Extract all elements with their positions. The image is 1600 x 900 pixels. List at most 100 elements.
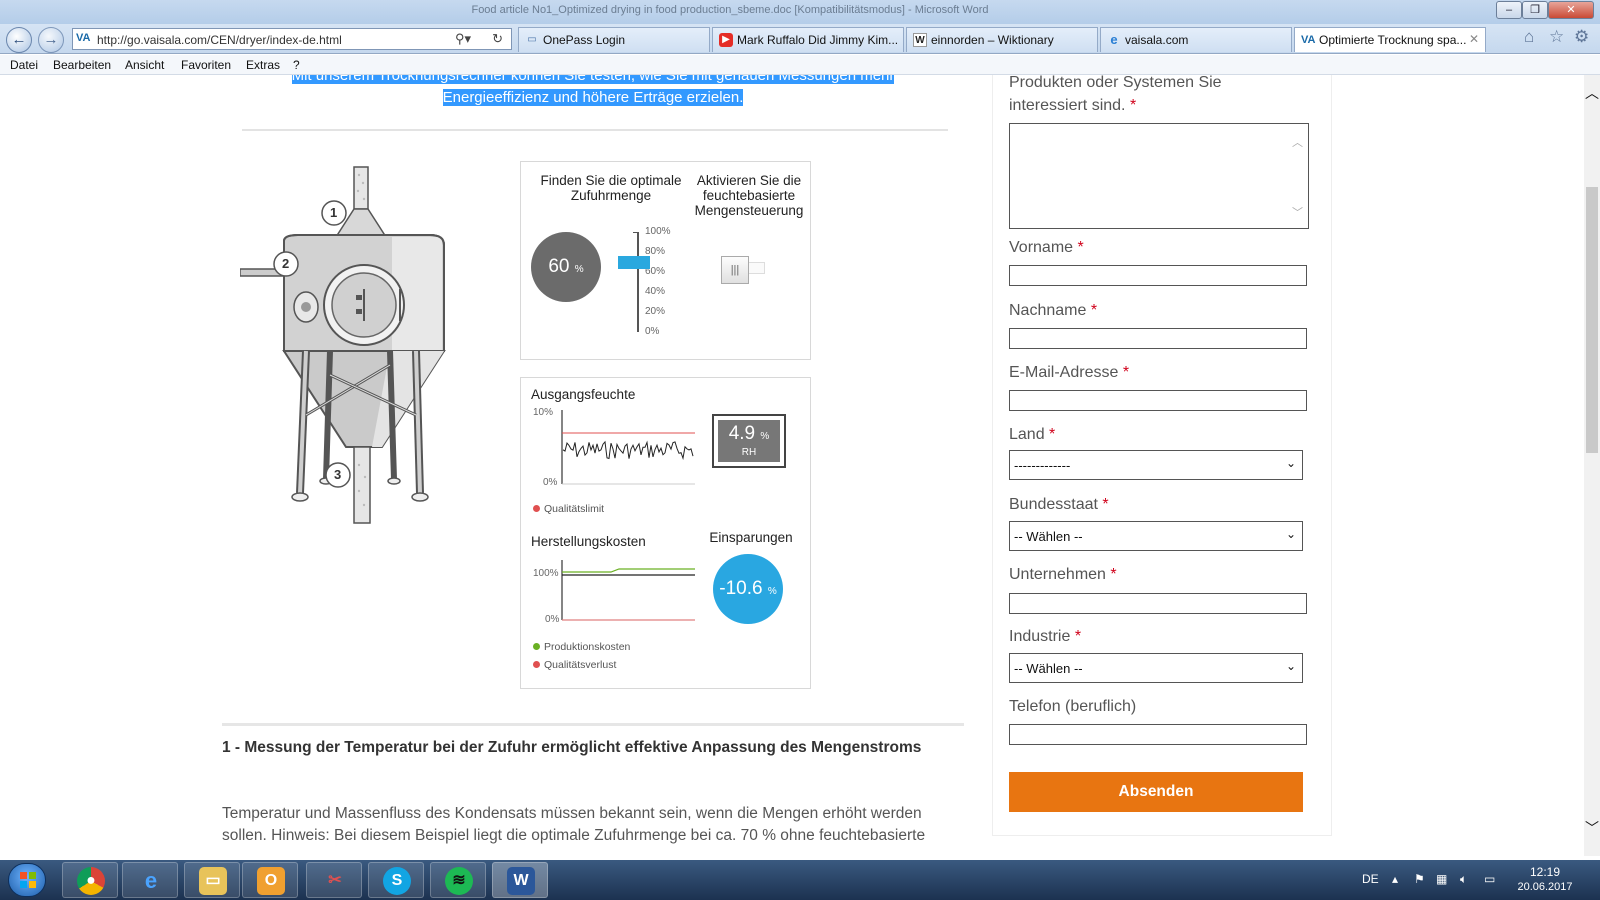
- tab-label: vaisala.com: [1125, 33, 1189, 47]
- taskbar-spotify[interactable]: ≋: [430, 862, 486, 898]
- tab-onepass-login[interactable]: ▭ OnePass Login: [518, 27, 710, 52]
- screen: Food article No1_Optimized drying in foo…: [0, 0, 1600, 900]
- menu-extras[interactable]: Extras: [246, 58, 280, 72]
- menu-datei[interactable]: Datei: [10, 58, 38, 72]
- feed-control-panel: Finden Sie die optimale Zufuhrmenge 60 %…: [520, 161, 811, 360]
- minimize-button[interactable]: –: [1496, 1, 1522, 19]
- chevron-down-icon: ⌄: [1285, 527, 1296, 541]
- snipping-tool-icon: ✂: [328, 872, 342, 889]
- intro-line-1: Mit unserem Trocknungsrechner können Sie…: [291, 75, 895, 84]
- tab-wiktionary[interactable]: W einnorden – Wiktionary: [906, 27, 1098, 52]
- menu-favoriten[interactable]: Favoriten: [181, 58, 231, 72]
- feed-value-circle: 60 %: [531, 232, 601, 302]
- company-label: Unternehmen *: [1009, 566, 1117, 583]
- browser-toolbar: ← → VA http://go.vaisala.com/CEN/dryer/i…: [0, 24, 1600, 54]
- industry-label: Industrie *: [1009, 628, 1082, 645]
- feed-slider-track[interactable]: [637, 232, 639, 332]
- refresh-icon[interactable]: ↻: [492, 31, 503, 47]
- volume-icon[interactable]: 🔈︎: [1460, 872, 1467, 887]
- close-tab-icon[interactable]: ✕: [1469, 32, 1479, 46]
- taskbar-word[interactable]: W: [492, 862, 548, 898]
- intro-text: Mit unserem Trocknungsrechner können Sie…: [248, 75, 938, 109]
- word-icon: W: [507, 867, 535, 895]
- tab-youtube[interactable]: ▶ Mark Ruffalo Did Jimmy Kim...: [712, 27, 904, 52]
- vaisala-favicon-icon: VA: [76, 32, 91, 44]
- start-button[interactable]: [8, 863, 46, 897]
- scrollbar-thumb[interactable]: [1586, 187, 1598, 453]
- company-input[interactable]: [1009, 593, 1307, 614]
- last-name-input[interactable]: [1009, 328, 1307, 349]
- taskbar-skype[interactable]: S: [368, 862, 424, 898]
- phone-label: Telefon (beruflich): [1009, 698, 1137, 715]
- chevron-down-icon[interactable]: ﹀: [1292, 204, 1303, 220]
- country-select[interactable]: ------------- ⌄: [1009, 450, 1303, 480]
- tab-optimierte-trocknung[interactable]: VA Optimierte Trocknung spa... ✕: [1294, 27, 1486, 52]
- diagram-label-1: 1: [330, 205, 338, 220]
- flag-icon[interactable]: ⚑: [1414, 872, 1425, 886]
- windows-logo-icon: [20, 872, 36, 888]
- menu-bar: Datei Bearbeiten Ansicht Favoriten Extra…: [0, 55, 1600, 75]
- last-name-label: Nachname *: [1009, 302, 1098, 319]
- taskbar-snipping-tool[interactable]: ✂: [306, 862, 362, 898]
- address-bar[interactable]: VA http://go.vaisala.com/CEN/dryer/index…: [72, 28, 512, 50]
- favorites-star-icon[interactable]: ☆: [1549, 27, 1564, 47]
- scroll-down-icon[interactable]: ﹀: [1584, 818, 1600, 838]
- savings-circle: -10.6 %: [713, 554, 783, 624]
- menu-help[interactable]: ?: [293, 58, 300, 72]
- page-scrollbar[interactable]: ︿ ﹀: [1584, 75, 1600, 856]
- taskbar: ● e ▭ O ✂ S ≋ W DE ▴ ⚑ ▦ 🔈︎ ▭ 12:19 20.0…: [0, 860, 1600, 900]
- clock-time[interactable]: 12:19: [1515, 865, 1575, 879]
- intro-line-2: Energieeffizienz und höhere Erträge erzi…: [442, 89, 744, 106]
- scroll-up-icon[interactable]: ︿: [1584, 83, 1600, 103]
- email-input[interactable]: [1009, 390, 1307, 411]
- submit-button[interactable]: Absenden: [1009, 772, 1303, 812]
- feed-title: Finden Sie die optimale Zufuhrmenge: [540, 173, 682, 203]
- tab-label: Optimierte Trocknung spa...: [1319, 33, 1467, 47]
- tab-label: Mark Ruffalo Did Jimmy Kim...: [737, 33, 899, 47]
- dryer-illustration: [239, 166, 446, 524]
- maximize-button[interactable]: ❐: [1522, 1, 1548, 19]
- language-indicator[interactable]: DE: [1362, 872, 1379, 886]
- phone-input[interactable]: [1009, 724, 1307, 745]
- interest-label: Produkten oder Systemen Sie interessiert…: [1009, 75, 1222, 114]
- interest-textarea[interactable]: ︿ ﹀: [1009, 123, 1309, 229]
- search-icon[interactable]: ⚲▾: [455, 31, 471, 47]
- gear-icon[interactable]: ⚙: [1574, 27, 1589, 47]
- back-button[interactable]: ←: [6, 27, 32, 53]
- forward-button[interactable]: →: [38, 27, 64, 53]
- red-dot-icon: [533, 505, 540, 512]
- taskbar-explorer[interactable]: ▭: [184, 862, 240, 898]
- divider: [222, 723, 964, 726]
- menu-ansicht[interactable]: Ansicht: [125, 58, 164, 72]
- slider-tick: 100%: [645, 226, 671, 237]
- section-body: Temperatur und Massenfluss des Kondensat…: [222, 805, 926, 844]
- cost-tick: 100%: [533, 568, 559, 579]
- state-select[interactable]: -- Wählen -- ⌄: [1009, 521, 1303, 551]
- feed-slider-handle[interactable]: [618, 256, 650, 269]
- feed-unit: %: [574, 264, 584, 275]
- humidity-control-toggle[interactable]: |||: [721, 256, 749, 284]
- taskbar-internet-explorer[interactable]: e: [122, 862, 178, 898]
- rh-display: 4.9 % RH: [712, 414, 786, 468]
- home-icon[interactable]: ⌂: [1524, 27, 1534, 47]
- menu-bearbeiten[interactable]: Bearbeiten: [53, 58, 111, 72]
- tab-vaisala[interactable]: e vaisala.com: [1100, 27, 1292, 52]
- toggle-title: Aktivieren Sie die feuchtebasierte Menge…: [694, 173, 804, 218]
- network-icon[interactable]: ▦: [1436, 872, 1447, 886]
- clock-date[interactable]: 20.06.2017: [1515, 881, 1575, 893]
- show-hidden-icons-icon[interactable]: ▴: [1392, 872, 1398, 886]
- results-panel: Ausgangsfeuchte 10% 0% 4.9 % RH Qualität…: [520, 377, 811, 689]
- industry-select[interactable]: -- Wählen -- ⌄: [1009, 653, 1303, 683]
- close-window-button[interactable]: ✕: [1548, 1, 1594, 19]
- first-name-input[interactable]: [1009, 265, 1307, 286]
- chevron-up-icon[interactable]: ︿: [1292, 134, 1303, 150]
- skype-icon: S: [383, 867, 411, 895]
- ie-icon: e: [1110, 32, 1118, 47]
- taskbar-chrome[interactable]: ●: [62, 862, 118, 898]
- cost-chart: [561, 560, 695, 621]
- humidity-tick: 0%: [543, 477, 558, 488]
- taskbar-outlook[interactable]: O: [242, 862, 298, 898]
- savings-value: -10.6: [719, 578, 763, 599]
- action-center-icon[interactable]: ▭: [1484, 872, 1495, 886]
- legend-quality-loss: Qualitätsverlust: [533, 659, 616, 671]
